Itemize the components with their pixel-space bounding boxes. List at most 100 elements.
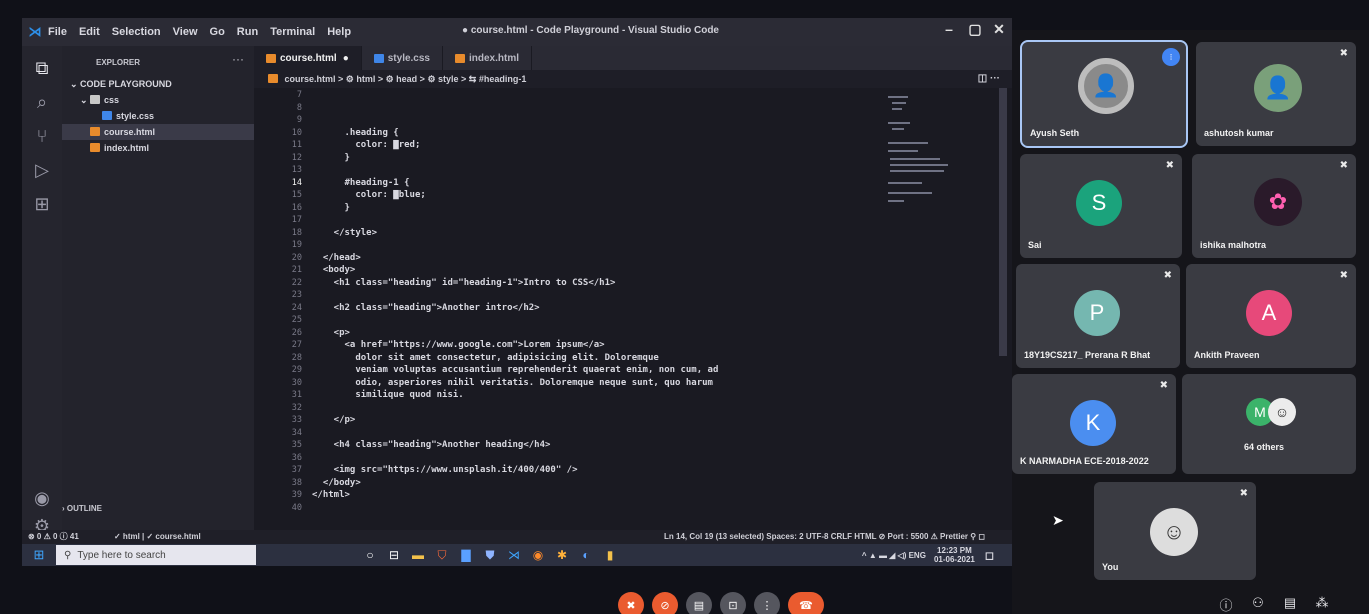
code-line[interactable]: </p> bbox=[312, 415, 356, 425]
code-line[interactable]: } bbox=[312, 203, 350, 213]
menu-go[interactable]: Go bbox=[210, 26, 225, 38]
participant-tile[interactable]: ✿ ✖ ishika malhotra bbox=[1192, 154, 1356, 258]
info-icon[interactable]: ⓘ bbox=[1215, 595, 1237, 614]
puzzle-icon[interactable]: ✱ bbox=[550, 544, 574, 566]
code-line[interactable]: <body> bbox=[312, 265, 356, 275]
code-line[interactable]: <p> bbox=[312, 328, 350, 338]
participant-tile[interactable]: S ✖ Sai bbox=[1020, 154, 1182, 258]
explorer-icon[interactable]: ⧉ bbox=[30, 56, 54, 80]
code-line[interactable]: #heading-1 { bbox=[312, 178, 410, 188]
brave-browser-icon[interactable]: ⛉ bbox=[430, 544, 454, 566]
present-button[interactable]: ⊡ bbox=[720, 592, 746, 614]
explorer-more-button[interactable]: ··· bbox=[232, 52, 244, 66]
code-line[interactable]: </body> bbox=[312, 478, 361, 488]
code-line[interactable]: </html> bbox=[312, 490, 350, 500]
extensions-icon[interactable]: ⊞ bbox=[30, 192, 54, 216]
more-options-button[interactable]: ⋮ bbox=[754, 592, 780, 614]
avatar: S bbox=[1076, 180, 1122, 226]
code-line[interactable]: color: ▇blue; bbox=[312, 190, 425, 200]
captions-button[interactable]: ▤ bbox=[686, 592, 712, 614]
code-line[interactable]: dolor sit amet consectetur, adipisicing … bbox=[312, 353, 658, 363]
search-icon[interactable]: ⌕ bbox=[30, 90, 54, 114]
clock[interactable]: 12:23 PM 01-06-2021 bbox=[934, 546, 975, 564]
menu-selection[interactable]: Selection bbox=[112, 26, 161, 38]
code-line[interactable]: <h2 class="heading">Another intro</h2> bbox=[312, 303, 540, 313]
code-line[interactable]: } bbox=[312, 153, 350, 163]
mic-off-icon: ✖ bbox=[1239, 488, 1248, 499]
code-line[interactable]: <a href="https://www.google.com">Lorem i… bbox=[312, 340, 605, 350]
people-icon[interactable]: ⚇ bbox=[1247, 595, 1269, 614]
code-line[interactable]: <img src="https://www.unsplash.it/400/40… bbox=[312, 465, 578, 475]
tab-course-html[interactable]: course.html ● bbox=[254, 46, 362, 70]
file-index-html[interactable]: index.html bbox=[62, 140, 254, 156]
maximize-button[interactable]: ▢ bbox=[962, 21, 988, 38]
status-context[interactable]: ✓ html | ✓ course.html bbox=[114, 530, 201, 544]
taskbar-search-input[interactable]: ⚲ Type here to search bbox=[56, 545, 256, 565]
leave-call-button[interactable]: ☎ bbox=[788, 592, 824, 614]
participant-tile[interactable]: P ✖ 18Y19CS217_ Prerana R Bhat bbox=[1016, 264, 1180, 368]
run-debug-icon[interactable]: ▷ bbox=[30, 158, 54, 182]
notification-icon[interactable]: ◻ bbox=[985, 549, 994, 562]
avatar: K bbox=[1070, 400, 1116, 446]
account-icon[interactable]: ◉ bbox=[30, 486, 54, 510]
camera-off-button[interactable]: ⊘ bbox=[652, 592, 678, 614]
shield-icon[interactable]: ⛊ bbox=[478, 544, 502, 566]
outline-section[interactable]: › OUTLINE bbox=[62, 504, 102, 513]
minimap[interactable] bbox=[884, 92, 960, 212]
status-right-items[interactable]: Ln 14, Col 19 (13 selected) Spaces: 2 UT… bbox=[664, 530, 985, 544]
chat-icon[interactable]: ▤ bbox=[1279, 595, 1301, 614]
code-line[interactable]: veniam voluptas accusantium reprehenderi… bbox=[312, 365, 718, 375]
code-editor[interactable]: 7 8 9 10 11 12 13 14 15 16 17 18 19 20 21 22 23 24 25 26 27 2… bbox=[254, 88, 1012, 538]
system-tray[interactable]: ^ ▲ ▬ ◢ ◁) ENG 12:23 PM 01-06-2021 ◻ bbox=[862, 544, 994, 566]
self-view-tile[interactable]: ☺ ✖ You bbox=[1094, 482, 1256, 580]
code-line[interactable]: .heading { bbox=[312, 128, 399, 138]
problems-indicator[interactable]: ⊗ 0 ⚠ 0 ⓘ 41 bbox=[28, 530, 79, 544]
tab-style-css[interactable]: style.css bbox=[362, 46, 443, 70]
menu-view[interactable]: View bbox=[173, 26, 198, 38]
participant-tile[interactable]: 👤 ✖ ashutosh kumar bbox=[1196, 42, 1356, 146]
avatar: ✿ bbox=[1254, 178, 1302, 226]
mail-icon[interactable]: ▇ bbox=[454, 544, 478, 566]
file-style-css[interactable]: style.css bbox=[62, 108, 254, 124]
windows-start-icon[interactable]: ⊞ bbox=[22, 544, 56, 566]
tab-index-html[interactable]: index.html bbox=[443, 46, 533, 70]
code-line[interactable]: </head> bbox=[312, 253, 361, 263]
menu-edit[interactable]: Edit bbox=[79, 26, 100, 38]
workspace-root[interactable]: ⌄ CODE PLAYGROUND bbox=[62, 76, 254, 92]
cortana-icon[interactable]: ○ bbox=[358, 544, 382, 566]
menu-run[interactable]: Run bbox=[237, 26, 258, 38]
breadcrumb[interactable]: course.html > ⚙ html > ⚙ head > ⚙ style … bbox=[254, 70, 1012, 88]
code-line[interactable]: color: ▇red; bbox=[312, 140, 420, 150]
participant-tile-others[interactable]: M ☺ 64 others bbox=[1182, 374, 1356, 474]
folder-css[interactable]: ⌄ css bbox=[62, 92, 254, 108]
code-line[interactable]: odio, asperiores nihil veritatis. Dolore… bbox=[312, 378, 713, 388]
code-line[interactable]: </style> bbox=[312, 228, 377, 238]
participant-tile[interactable]: 👤 ⁝ Ayush Seth bbox=[1020, 40, 1188, 148]
participant-tile[interactable]: K ✖ K NARMADHA ECE-2018-2022 bbox=[1012, 374, 1176, 474]
code-line[interactable]: <h1 class="heading" id="heading-1">Intro… bbox=[312, 278, 616, 288]
menu-file[interactable]: File bbox=[48, 26, 67, 38]
meeting-panel: 👤 ⁝ Ayush Seth 👤 ✖ ashutosh kumar S ✖ Sa… bbox=[1012, 30, 1369, 614]
activities-icon[interactable]: ⁂ bbox=[1311, 595, 1333, 614]
file-course-html[interactable]: course.html bbox=[62, 124, 254, 140]
close-window-button[interactable]: ✕ bbox=[986, 21, 1012, 38]
vscode-taskbar-icon[interactable]: ⋊ bbox=[502, 544, 526, 566]
unsaved-dot-icon[interactable]: ● bbox=[343, 53, 349, 64]
source-control-icon[interactable]: ⑂ bbox=[30, 124, 54, 148]
tray-icons[interactable]: ^ ▲ ▬ ◢ ◁) ENG bbox=[862, 551, 926, 560]
file-explorer-icon[interactable]: ▬ bbox=[406, 544, 430, 566]
task-view-icon[interactable]: ⊟ bbox=[382, 544, 406, 566]
minimize-button[interactable]: – bbox=[936, 21, 962, 37]
edge-icon[interactable]: ◐ bbox=[574, 544, 598, 566]
notes-icon[interactable]: ▮ bbox=[598, 544, 622, 566]
line-number: 11 bbox=[291, 140, 302, 150]
menu-help[interactable]: Help bbox=[327, 26, 351, 38]
participant-tile[interactable]: A ✖ Ankith Praveen bbox=[1186, 264, 1356, 368]
code-line[interactable]: similique quod nisi. bbox=[312, 390, 463, 400]
split-editor-icon[interactable]: ◫ ··· bbox=[978, 70, 1000, 88]
menu-terminal[interactable]: Terminal bbox=[270, 26, 315, 38]
firefox-icon[interactable]: ◉ bbox=[526, 544, 550, 566]
code-line[interactable]: <h4 class="heading">Another heading</h4> bbox=[312, 440, 551, 450]
editor-scrollbar[interactable] bbox=[999, 88, 1007, 356]
mic-off-button[interactable]: ✖ bbox=[618, 592, 644, 614]
